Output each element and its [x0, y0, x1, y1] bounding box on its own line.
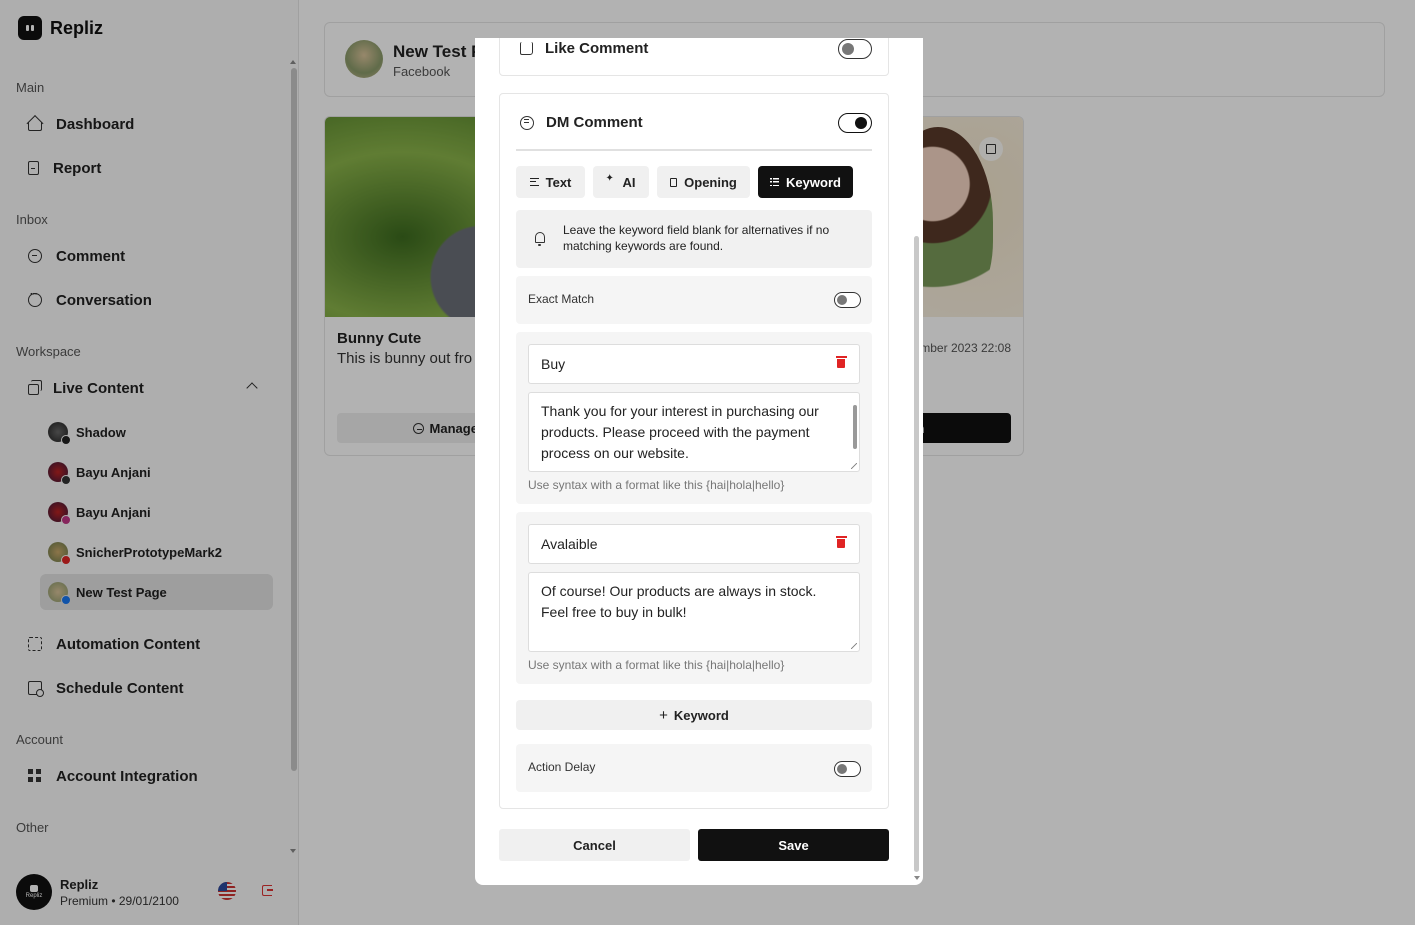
keyword-item: Buy Thank you for your interest in purch… [516, 332, 872, 504]
keyword-input[interactable]: Buy [528, 344, 860, 384]
tab-opening[interactable]: Opening [657, 166, 750, 198]
tab-label: Opening [684, 174, 737, 190]
scroll-down-arrow[interactable] [914, 876, 920, 880]
action-delay-label: Action Delay [528, 760, 596, 774]
tab-label: AI [622, 174, 636, 190]
text-lines-icon [529, 178, 539, 186]
action-delay-row: Action Delay [516, 744, 872, 792]
door-icon [670, 177, 678, 187]
tab-ai[interactable]: AI [593, 166, 649, 198]
tab-label: Keyword [786, 174, 841, 190]
keyword-item: Avalaible Of course! Our products are al… [516, 512, 872, 684]
textarea-scrollbar[interactable] [853, 405, 857, 449]
trash-icon[interactable] [835, 536, 847, 548]
tab-label: Text [545, 174, 572, 190]
info-box: Leave the keyword field blank for altern… [516, 210, 872, 268]
syntax-hint: Use syntax with a format like this {hai|… [528, 478, 785, 492]
sparkle-icon [606, 173, 616, 186]
like-comment-title: Like Comment [520, 40, 648, 57]
action-delay-toggle[interactable] [834, 761, 861, 777]
dm-settings-modal: Like Comment DM Comment Text AI Opening … [475, 38, 923, 885]
resize-handle-icon[interactable] [851, 643, 857, 649]
plus-icon: + [659, 706, 668, 724]
keyword-value: Avalaible [541, 536, 598, 552]
modal-scrollbar[interactable] [914, 236, 919, 872]
tab-text[interactable]: Text [516, 166, 585, 198]
reply-text: Of course! Our products are always in st… [541, 583, 817, 620]
dm-comment-toggle[interactable] [838, 113, 872, 133]
add-keyword-label: Keyword [673, 707, 729, 723]
like-comment-toggle[interactable] [838, 39, 872, 59]
like-comment-row: Like Comment [499, 38, 889, 76]
syntax-hint: Use syntax with a format like this {hai|… [528, 658, 785, 672]
keyword-value: Buy [541, 356, 566, 372]
dm-comment-title: DM Comment [520, 114, 643, 131]
save-button[interactable]: Save [698, 829, 889, 861]
keyword-input[interactable]: Avalaible [528, 524, 860, 564]
tab-keyword[interactable]: Keyword [758, 166, 853, 198]
reply-textarea[interactable]: Thank you for your interest in purchasin… [528, 392, 860, 472]
exact-match-toggle[interactable] [834, 292, 861, 308]
trash-icon[interactable] [835, 356, 847, 368]
reply-textarea[interactable]: Of course! Our products are always in st… [528, 572, 860, 652]
add-keyword-button[interactable]: + Keyword [516, 700, 872, 730]
info-text: Leave the keyword field blank for altern… [563, 223, 830, 253]
exact-match-label: Exact Match [528, 292, 595, 306]
thumbs-up-icon [520, 42, 533, 55]
dm-comment-label: DM Comment [546, 114, 643, 131]
bell-icon [535, 232, 545, 246]
cancel-button[interactable]: Cancel [499, 829, 690, 861]
resize-handle-icon[interactable] [851, 463, 857, 469]
list-icon [770, 178, 780, 186]
exact-match-row: Exact Match [516, 276, 872, 324]
message-icon [520, 115, 534, 130]
reply-text: Thank you for your interest in purchasin… [541, 403, 819, 461]
divider [516, 149, 872, 151]
like-comment-label: Like Comment [545, 40, 649, 57]
